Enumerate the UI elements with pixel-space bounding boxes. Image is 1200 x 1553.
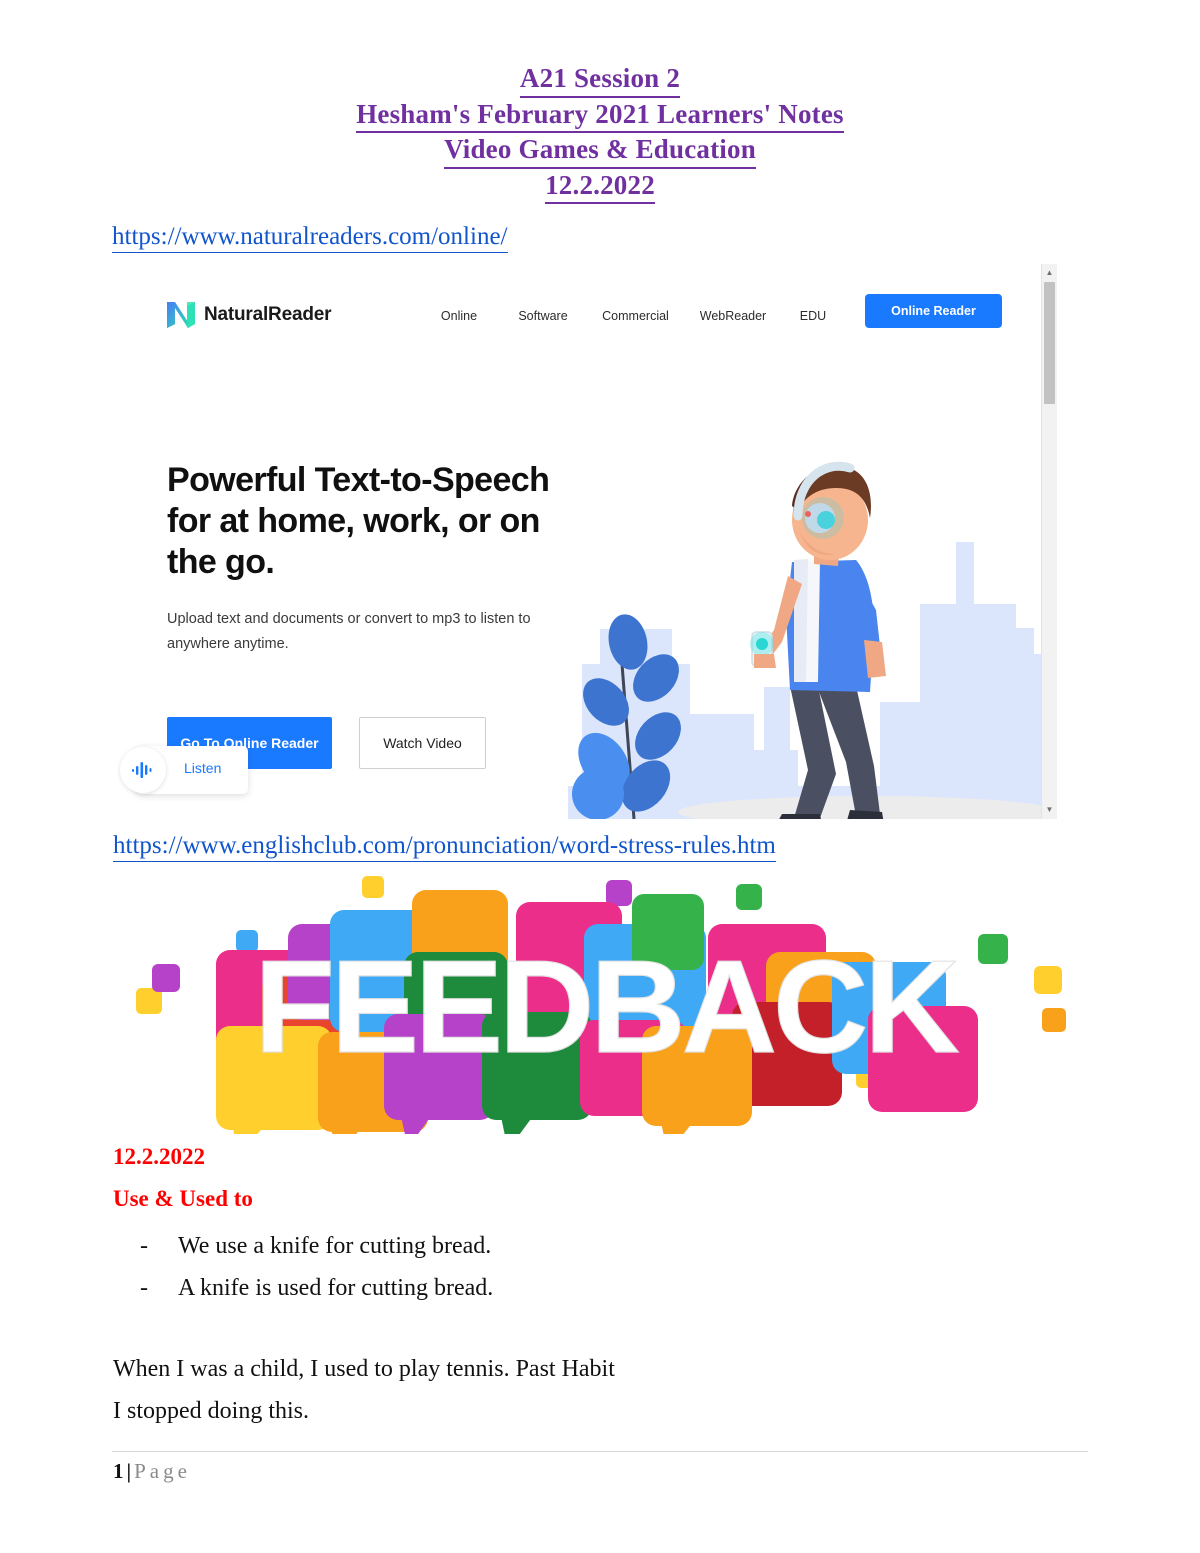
title-line-1-text: A21 Session 2 (519, 62, 681, 98)
listen-widget-label: Listen (184, 760, 222, 776)
link-englishclub-text: https://www.englishclub.com/pronunciatio… (113, 831, 776, 862)
phone-in-hand (750, 631, 776, 668)
screenshot-scrollbar[interactable]: ▲ ▼ (1041, 264, 1057, 819)
hero-illustration (568, 414, 1057, 819)
list-item-dash: - (140, 1233, 148, 1259)
notes-topic-heading: Use & Used to (113, 1186, 253, 1211)
naturalreader-logo[interactable]: NaturalReader (167, 300, 331, 330)
nav-item-edu[interactable]: EDU (783, 309, 843, 323)
naturalreader-navbar: NaturalReader Online Software Commercial… (110, 288, 1057, 350)
naturalreader-logo-icon (167, 302, 195, 328)
link-naturalreaders-text: https://www.naturalreaders.com/online/ (112, 222, 508, 253)
hero-heading: Powerful Text-to-Speech for at home, wor… (167, 461, 550, 581)
naturalreader-screenshot: NaturalReader Online Software Commercial… (110, 264, 1090, 819)
list-item: - We use a knife for cutting bread. (140, 1225, 840, 1267)
scrollbar-up-arrow[interactable]: ▲ (1042, 266, 1057, 280)
nav-item-webreader[interactable]: WebReader (683, 309, 783, 323)
scrollbar-thumb[interactable] (1044, 282, 1055, 404)
footer-separator: | (126, 1459, 132, 1483)
screenshot-right-margin (1057, 264, 1090, 819)
page-title: A21 Session 2 Hesham's February 2021 Lea… (0, 62, 1200, 204)
title-line-2-text: Hesham's February 2021 Learners' Notes (356, 98, 844, 133)
feedback-word: FEEDBACK (254, 932, 964, 1080)
title-line-4-text: 12.2.2022 (545, 169, 655, 204)
hero-subtext: Upload text and documents or convert to … (167, 611, 531, 652)
example-sentence-list: - We use a knife for cutting bread. - A … (140, 1225, 840, 1309)
list-item: - A knife is used for cutting bread. (140, 1267, 840, 1309)
title-line-3-text: Video Games & Education (444, 133, 756, 169)
listen-widget-circle[interactable] (120, 747, 166, 793)
title-line-2: Hesham's February 2021 Learners' Notes (0, 98, 1200, 133)
naturalreader-logo-text: NaturalReader (204, 304, 332, 325)
notes-paragraph-1: When I was a child, I used to play tenni… (113, 1356, 615, 1382)
nav-item-software[interactable]: Software (498, 309, 588, 323)
link-englishclub[interactable]: https://www.englishclub.com/pronunciatio… (113, 831, 776, 862)
scrollbar-down-arrow[interactable]: ▼ (1042, 803, 1057, 817)
notes-date-heading: 12.2.2022 (113, 1144, 205, 1169)
listen-widget[interactable]: Listen (120, 746, 248, 794)
svg-text:FEEDBACK: FEEDBACK (254, 933, 959, 1080)
hero-text-block: Powerful Text-to-Speech for at home, wor… (167, 460, 577, 657)
feedback-banner-svg: FEEDBACK (112, 866, 1098, 1134)
online-reader-button[interactable]: Online Reader (865, 294, 1002, 328)
link-naturalreaders[interactable]: https://www.naturalreaders.com/online/ (112, 222, 508, 253)
footer-page-number: 1 (113, 1459, 124, 1483)
footer-page-word: Page (134, 1459, 191, 1483)
title-line-1: A21 Session 2 (0, 62, 1200, 98)
waveform-icon (132, 762, 152, 778)
list-item-dash: - (140, 1275, 148, 1301)
watch-video-button[interactable]: Watch Video (359, 717, 486, 769)
naturalreader-page: NaturalReader Online Software Commercial… (110, 264, 1057, 819)
nav-item-online[interactable]: Online (420, 309, 498, 323)
footer-divider (112, 1451, 1088, 1452)
notes-paragraph-2: I stopped doing this. (113, 1398, 309, 1424)
title-line-3: Video Games & Education (0, 133, 1200, 169)
naturalreader-menu: Online Software Commercial WebReader EDU (420, 309, 843, 323)
page-footer: 1 | Page (113, 1457, 191, 1485)
walking-person-illustration-svg (568, 461, 1057, 819)
feedback-banner-image: FEEDBACK FEEDBACK (112, 866, 1098, 1134)
list-item-text: A knife is used for cutting bread. (178, 1275, 494, 1301)
nav-item-commercial[interactable]: Commercial (588, 309, 683, 323)
title-line-4: 12.2.2022 (0, 169, 1200, 204)
list-item-text: We use a knife for cutting bread. (178, 1233, 492, 1259)
